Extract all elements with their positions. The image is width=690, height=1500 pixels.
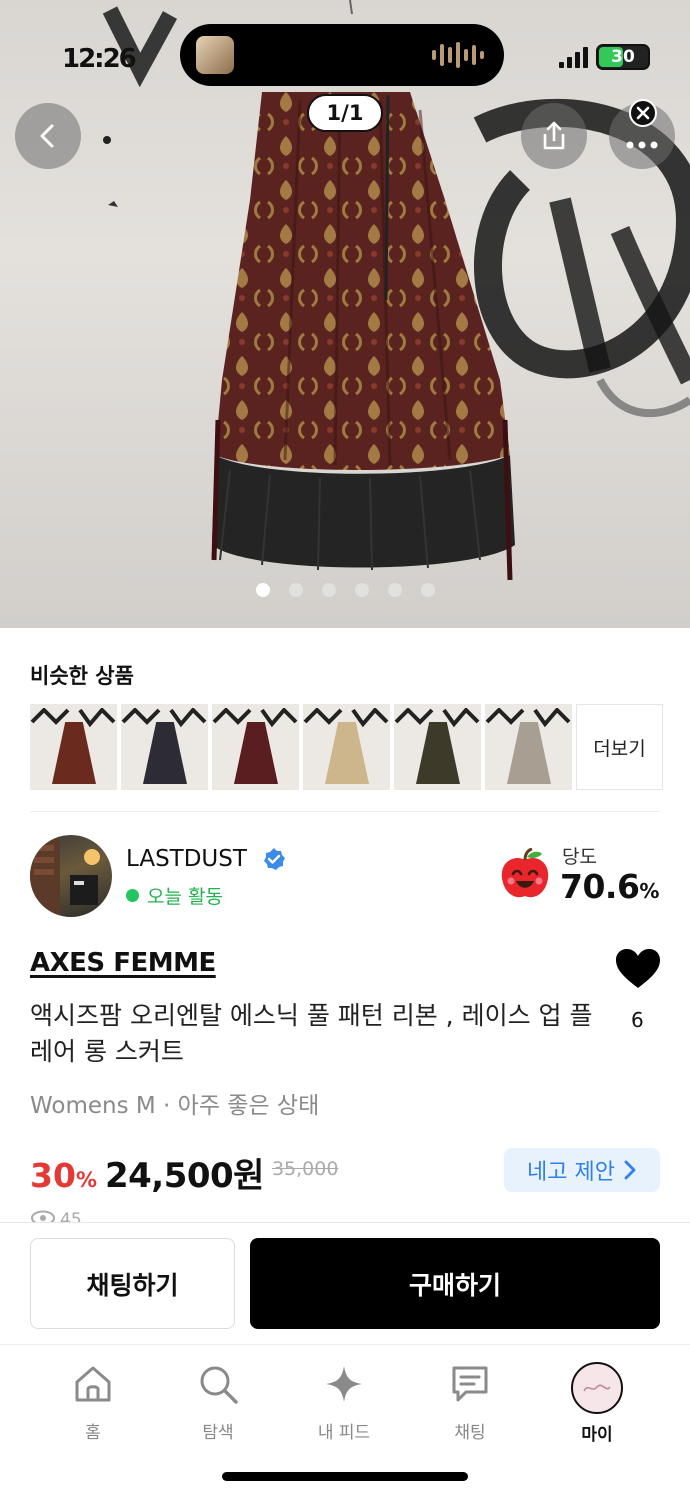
dynamic-island [180,24,504,86]
image-counter: 1/1 [307,94,383,132]
back-button[interactable] [15,103,81,169]
audio-wave-icon [432,42,484,68]
sweetness-label: 당도 [562,846,597,868]
product-title: 액시즈팜 오리엔탈 에스닉 풀 패턴 리본 , 레이스 업 플레어 롱 스커트 [30,1001,593,1066]
tab-my-label: 마이 [581,1425,613,1445]
share-button[interactable] [521,103,587,169]
product-meta: Womens M · 아주 좋은 상태 [30,1093,320,1119]
tab-chat-label: 채팅 [454,1423,486,1443]
similar-products-title: 비슷한 상품 [30,664,134,688]
tab-home[interactable]: 홈 [43,1362,143,1443]
carousel-dot[interactable] [322,583,336,597]
carousel-dot[interactable] [421,583,435,597]
divider [30,811,660,812]
tab-chat[interactable]: 채팅 [420,1362,520,1443]
status-indicators: 30 [559,44,650,70]
seller-activity-label: 오늘 활동 [147,886,223,908]
chevron-left-icon [40,124,54,148]
tab-my[interactable]: 마이 [547,1362,647,1445]
tab-feed[interactable]: 내 피드 [294,1362,394,1443]
divider [0,1222,690,1223]
home-indicator [222,1472,468,1481]
verified-badge-icon [264,848,285,870]
sale-price: 24,500원 [104,1156,264,1196]
seller-avatar[interactable] [30,835,112,917]
view-count: 45 [30,1210,82,1222]
similar-product-thumb[interactable] [212,704,299,790]
carousel-dot[interactable] [256,583,270,597]
more-button[interactable] [609,99,675,169]
seller-activity: 오늘 활동 [126,882,223,909]
original-price: 35,000 [271,1158,339,1180]
sparkle-icon [326,1366,362,1402]
similar-product-thumb[interactable] [485,704,572,790]
close-icon[interactable] [628,98,658,128]
share-icon [543,121,565,150]
offer-button[interactable]: 네고 제안 [504,1148,660,1192]
similar-product-thumb[interactable] [30,704,117,790]
chat-icon [452,1366,488,1402]
tab-feed-label: 내 피드 [317,1423,371,1443]
like-count: 6 [631,1008,644,1032]
carousel-dots [256,583,435,597]
more-icon [626,141,658,149]
brand-link[interactable]: AXES FEMME [30,948,216,978]
product-image[interactable]: 12:26 30 1/1 [0,0,690,628]
heart-icon[interactable] [615,948,661,990]
similar-product-thumb[interactable] [394,704,481,790]
tab-home-label: 홈 [85,1423,101,1443]
price-row: 30% 24,500원 35,000 [30,1148,338,1197]
chevron-right-icon [624,1160,636,1180]
similar-products-list: 더보기 [30,704,663,790]
discount-unit: % [75,1168,97,1192]
divider [0,1344,690,1345]
similar-product-thumb[interactable] [303,704,390,790]
seller-name[interactable]: LASTDUST [126,846,247,872]
battery-icon: 30 [596,44,650,70]
offer-button-label: 네고 제안 [527,1160,615,1185]
status-time: 12:26 [62,44,137,74]
chat-button[interactable]: 채팅하기 [30,1238,235,1329]
now-playing-avatar [196,36,234,74]
battery-level: 30 [611,47,635,67]
sweetness-value: 70.6% [560,867,659,906]
carousel-dot[interactable] [355,583,369,597]
tab-search-label: 탐색 [202,1423,234,1443]
search-icon [200,1366,238,1404]
similar-product-thumb[interactable] [121,704,208,790]
discount-number: 30 [30,1156,76,1195]
carousel-dot[interactable] [289,583,303,597]
my-avatar [571,1362,623,1414]
carousel-dot[interactable] [388,583,402,597]
home-icon [75,1366,111,1402]
buy-button[interactable]: 구매하기 [250,1238,660,1329]
similar-more-button[interactable]: 더보기 [576,704,663,790]
apple-emoji-icon [501,848,549,898]
discount-rate: 30% [30,1156,97,1195]
eye-icon [31,1210,55,1222]
signal-icon [559,46,588,68]
sweetness-number: 70.6 [560,867,640,906]
sweetness-unit: % [639,879,659,903]
view-count-value: 45 [60,1210,82,1222]
tab-search[interactable]: 탐색 [168,1362,268,1443]
active-dot-icon [126,889,139,902]
